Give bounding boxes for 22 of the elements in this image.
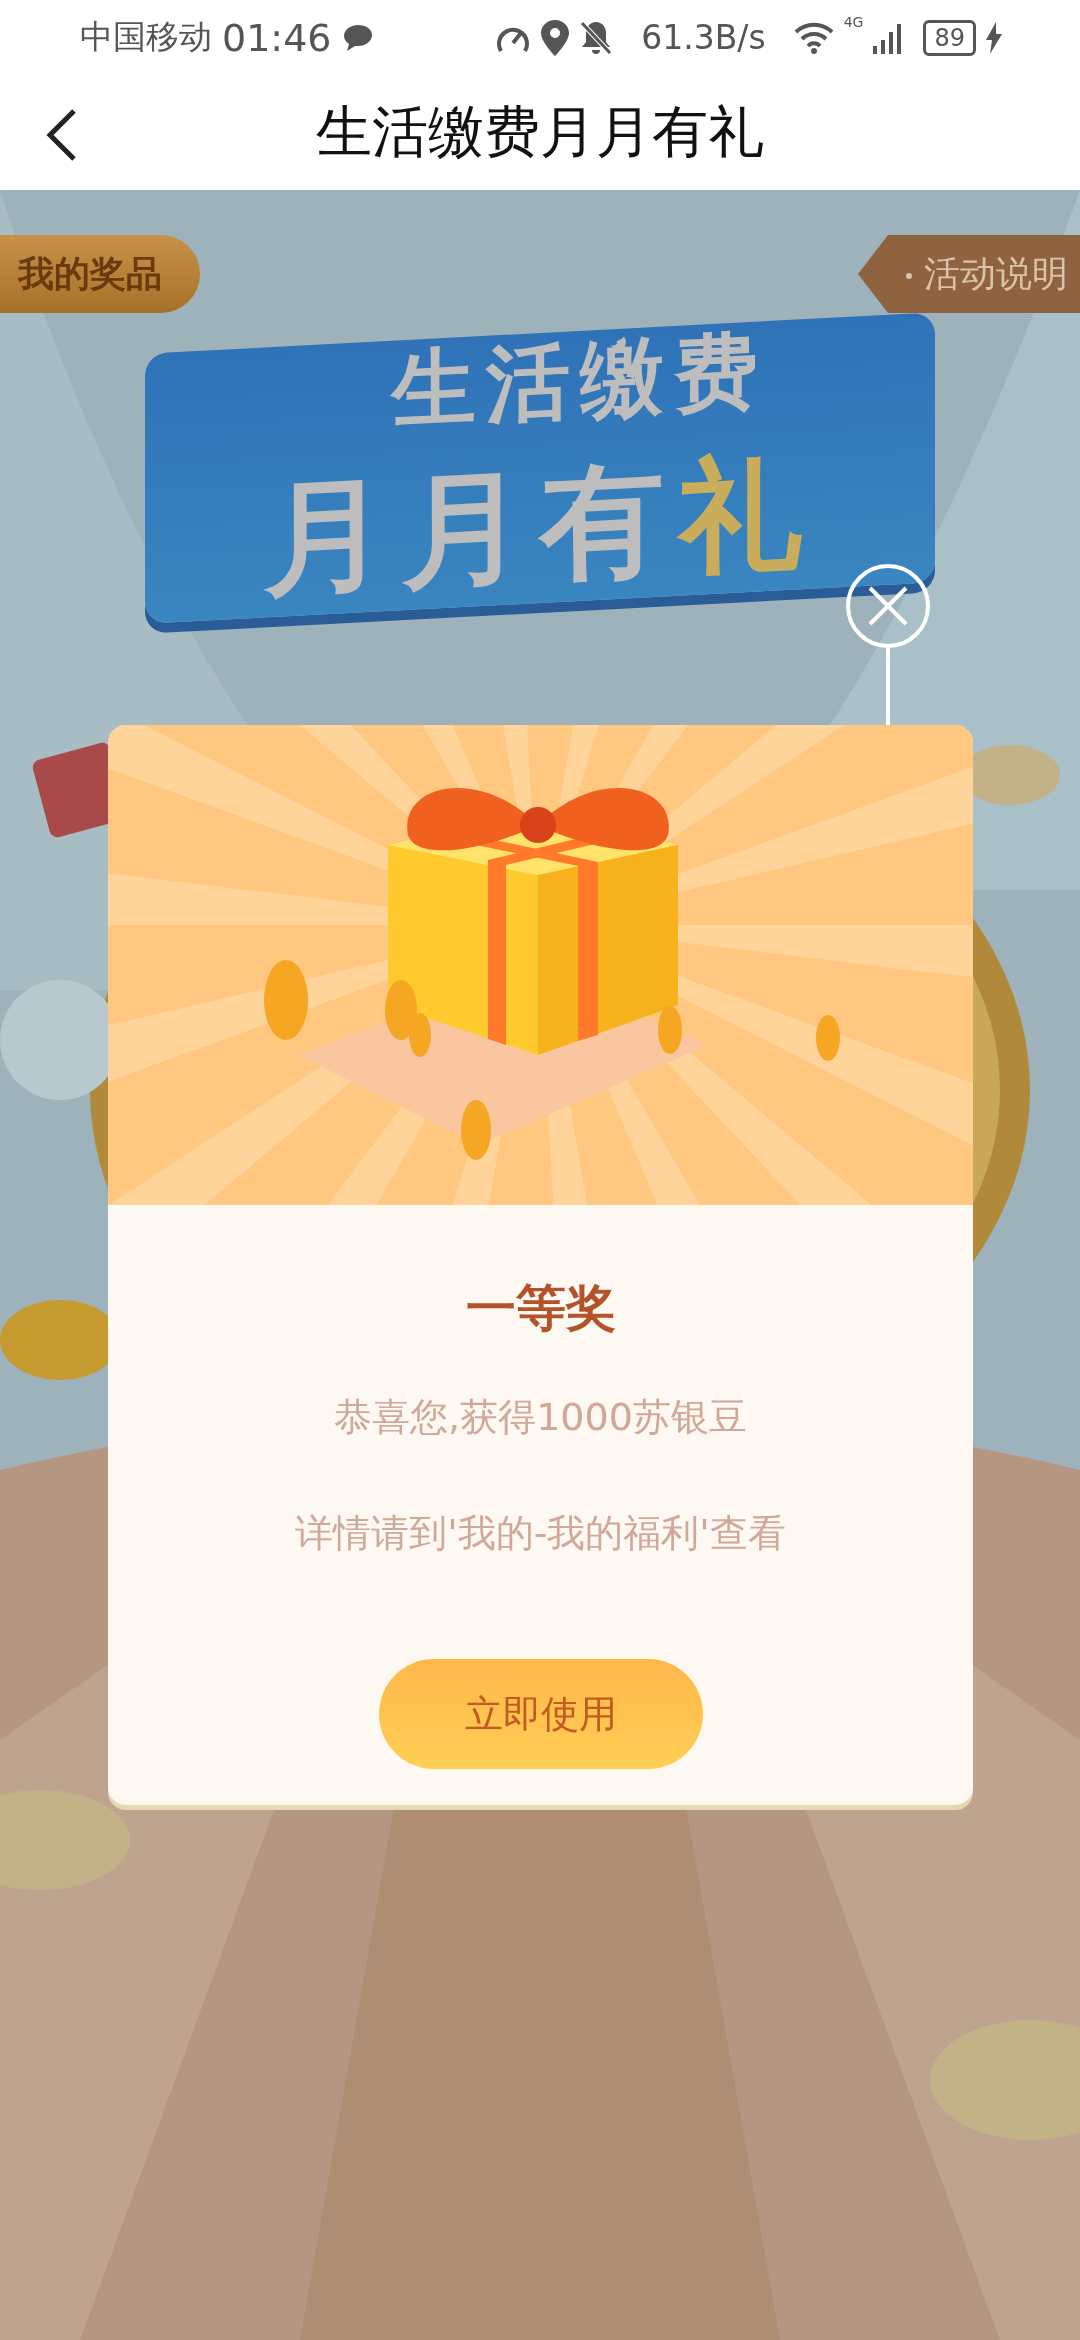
network-type: 4G xyxy=(843,14,864,30)
prize-title: 一等奖 xyxy=(465,1278,616,1339)
wifi-icon xyxy=(793,21,834,54)
location-icon xyxy=(541,19,570,56)
battery-icon: 89 xyxy=(923,19,976,56)
dot-icon xyxy=(906,272,912,279)
network-speed: 61.3B/s xyxy=(641,18,766,57)
signal-icon xyxy=(873,21,904,54)
page-title: 生活缴费月月有礼 xyxy=(316,97,764,166)
clock-time: 01:46 xyxy=(222,15,332,60)
charging-icon xyxy=(986,21,1002,54)
use-now-button[interactable]: 立即使用 xyxy=(378,1659,703,1769)
prize-hint: 详情请到'我的-我的福利'查看 xyxy=(295,1510,786,1557)
activity-rules-button[interactable]: 活动说明 xyxy=(858,235,1080,313)
my-prizes-button[interactable]: 我的奖品 xyxy=(0,235,200,313)
message-icon xyxy=(341,22,374,53)
close-button[interactable] xyxy=(846,564,930,648)
banner-title: 月月有 xyxy=(264,444,678,613)
bell-off-icon xyxy=(579,19,614,56)
carrier-name: 中国移动 xyxy=(80,16,212,58)
prize-message: 恭喜您,获得1000苏银豆 xyxy=(334,1394,747,1441)
close-icon xyxy=(866,584,910,628)
